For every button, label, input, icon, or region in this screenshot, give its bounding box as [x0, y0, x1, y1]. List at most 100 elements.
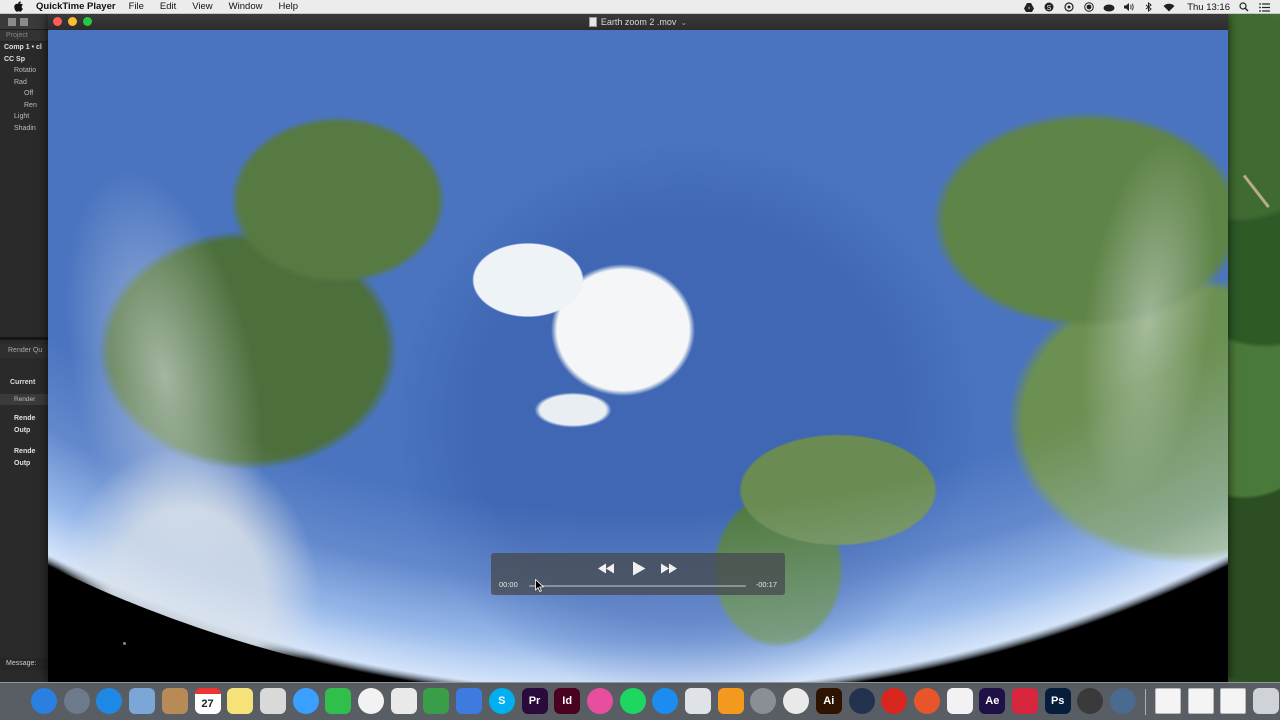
spotify-icon[interactable] [619, 688, 646, 714]
star-dot [123, 642, 126, 645]
menu-file[interactable]: File [129, 1, 144, 12]
wifi-icon[interactable] [1163, 2, 1175, 12]
minimize-window-button[interactable] [68, 17, 77, 26]
creative-cloud-icon[interactable] [881, 688, 908, 714]
script-editor-icon[interactable] [685, 688, 711, 714]
output-row[interactable]: Outp [0, 425, 48, 437]
numbers-icon[interactable] [423, 688, 450, 714]
play-icon [633, 561, 646, 575]
notes-icon[interactable] [227, 688, 254, 714]
menubar-clock[interactable]: Thu 13:16 [1187, 2, 1230, 13]
keynote-icon[interactable] [456, 688, 483, 714]
fast-forward-icon [661, 563, 677, 573]
preview-photos-icon[interactable] [259, 688, 286, 714]
sketchup-icon[interactable] [1012, 688, 1038, 714]
layer-property[interactable]: Rotatio [0, 65, 48, 77]
zoom-window-button[interactable] [83, 17, 92, 26]
title-menu-chevron-icon[interactable]: ⌄ [680, 18, 687, 27]
textedit-icon[interactable] [390, 688, 417, 714]
panel-divider [0, 337, 48, 340]
skype-icon[interactable]: S [488, 688, 515, 714]
comp-name: Comp 1 • cl [4, 44, 42, 51]
browser-icon[interactable] [1110, 688, 1137, 714]
notification-center-icon[interactable] [1258, 2, 1270, 12]
apple-menu-icon[interactable] [12, 1, 26, 12]
contacts-icon[interactable] [161, 688, 188, 714]
project-tab[interactable]: Project [0, 30, 48, 42]
firefox-icon[interactable] [913, 688, 940, 714]
finder-icon[interactable] [31, 688, 57, 714]
layer-property[interactable]: Shadin [0, 123, 48, 135]
map-road [1242, 174, 1270, 208]
render-row[interactable]: Rende [0, 413, 48, 425]
background-map-view [1228, 14, 1280, 682]
close-window-button[interactable] [53, 17, 62, 26]
app-store-icon[interactable] [652, 688, 679, 714]
indesign-icon[interactable]: Id [554, 688, 581, 714]
window-title: Earth zoom 2 .mov ⌄ [588, 17, 687, 27]
illustrator-icon[interactable]: Ai [815, 688, 842, 714]
remaining-time: -00:17 [755, 580, 777, 589]
menu-help[interactable]: Help [278, 1, 298, 12]
ibooks-icon[interactable] [717, 688, 744, 714]
layer-property[interactable]: Off [0, 88, 48, 100]
ae-toolbar [0, 14, 48, 30]
photoshop-icon[interactable]: Ps [1044, 688, 1071, 714]
preview-icon[interactable] [129, 688, 156, 714]
photos-icon[interactable] [358, 688, 384, 714]
after-effects-icon[interactable]: Ae [979, 688, 1006, 714]
video-frame[interactable]: 00:00 -00:17 [48, 30, 1228, 682]
bluetooth-icon[interactable] [1143, 2, 1155, 12]
launchpad-icon[interactable] [63, 688, 90, 714]
trash-icon[interactable] [1252, 688, 1279, 714]
document-stack-icon-2[interactable] [1187, 688, 1214, 714]
selection-tool-icon[interactable] [8, 17, 16, 26]
layer-property[interactable]: Rad [0, 77, 48, 89]
cinema4d-icon[interactable] [848, 688, 875, 714]
chrome-icon[interactable] [783, 688, 810, 714]
menu-bar: QuickTime Player File Edit View Window H… [0, 0, 1280, 14]
document-stack-icon-3[interactable] [1220, 688, 1247, 714]
fast-forward-button[interactable] [657, 559, 681, 577]
layer-property[interactable]: Light [0, 111, 48, 123]
menu-view[interactable]: View [192, 1, 212, 12]
layer-effect[interactable]: CC Sp [0, 54, 48, 66]
scrubber-track[interactable] [529, 585, 746, 587]
volume-icon[interactable] [1123, 2, 1135, 12]
skype-status-icon[interactable]: S [1043, 2, 1055, 12]
render-column-header: Render [0, 394, 48, 405]
render-queue-title[interactable]: Render Qu [0, 344, 48, 358]
quicktime-icon[interactable] [1077, 688, 1104, 714]
system-preferences-icon[interactable] [750, 688, 777, 714]
dock-separator [1145, 689, 1146, 715]
wifi-sync-icon[interactable] [1063, 2, 1075, 12]
facetime-icon[interactable] [325, 688, 352, 714]
quicktime-player-window: Earth zoom 2 .mov ⌄ 00:00 -00:17 [48, 14, 1228, 682]
calendar-icon[interactable]: 27 [194, 688, 221, 714]
menu-window[interactable]: Window [229, 1, 263, 12]
google-drive-icon[interactable] [946, 688, 973, 714]
window-title-text: Earth zoom 2 .mov [600, 17, 677, 27]
render-current-label: Current [10, 379, 36, 386]
rewind-icon [598, 563, 614, 573]
output-row[interactable]: Outp [0, 458, 48, 470]
hand-tool-icon[interactable] [20, 17, 28, 26]
layer-property[interactable]: Ren [0, 100, 48, 112]
google-drive-status-icon[interactable] [1023, 2, 1035, 12]
itunes-icon[interactable] [586, 688, 613, 714]
premiere-icon[interactable]: Pr [521, 688, 548, 714]
spotlight-search-icon[interactable] [1238, 2, 1250, 12]
messages-icon[interactable] [292, 688, 319, 714]
after-effects-background-panel: Project Comp 1 • cl CC Sp Rotatio Rad Of… [0, 14, 48, 682]
creative-cloud-status-icon[interactable] [1103, 2, 1115, 12]
movie-file-icon [588, 17, 597, 27]
safari-icon[interactable] [96, 688, 123, 714]
menu-edit[interactable]: Edit [160, 1, 176, 12]
play-button[interactable] [627, 559, 651, 577]
record-icon[interactable] [1083, 2, 1095, 12]
app-menu[interactable]: QuickTime Player [36, 1, 116, 12]
document-stack-icon[interactable] [1154, 688, 1181, 714]
rewind-button[interactable] [594, 559, 618, 577]
window-titlebar[interactable]: Earth zoom 2 .mov ⌄ [48, 14, 1228, 30]
render-row[interactable]: Rende [0, 446, 48, 458]
